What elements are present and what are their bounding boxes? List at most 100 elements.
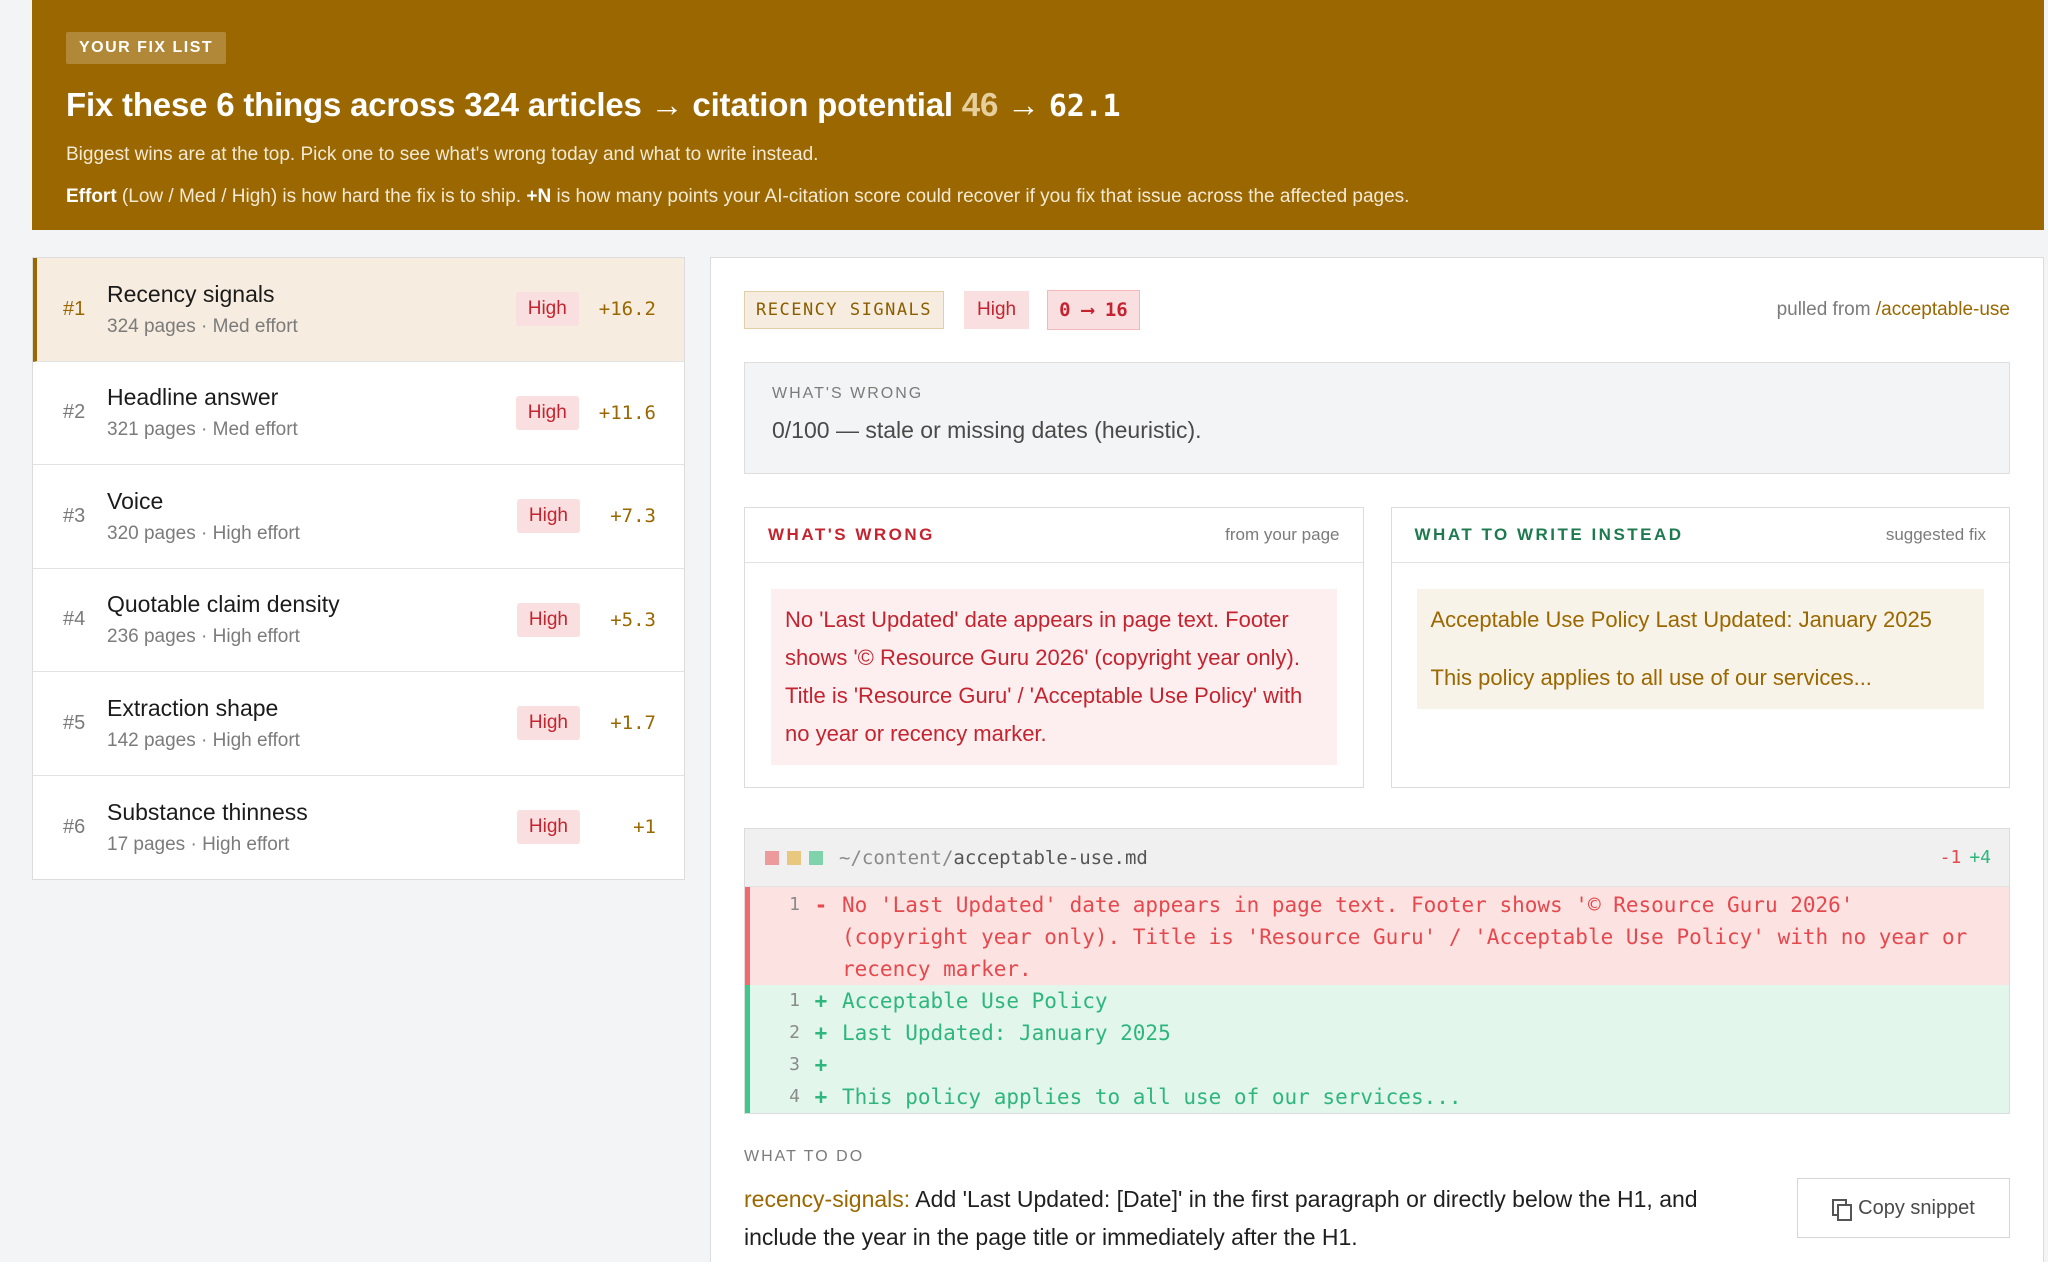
fix-meta: 142 pages · High effort: [107, 729, 300, 751]
impact-badge: High: [516, 706, 580, 741]
fix-name: Voice: [107, 487, 164, 514]
fix-text: Extraction shape 142 pages · High effort: [107, 695, 517, 752]
line-number: 3: [789, 1054, 800, 1075]
fix-name: Substance thinness: [107, 798, 308, 825]
diff-line-removed: 1 - No 'Last Updated' date appears in pa…: [745, 887, 2009, 985]
fix-item-extraction-shape[interactable]: #5 Extraction shape 142 pages · High eff…: [33, 672, 684, 776]
score-to: 62.1: [1048, 89, 1121, 124]
whats-wrong-card: WHAT'S WRONG from your page No 'Last Upd…: [744, 507, 1364, 788]
card-title: WHAT'S WRONG: [768, 525, 935, 544]
fix-list-banner: YOUR FIX LIST Fix these 6 things across …: [32, 0, 2044, 230]
card-title: WHAT TO WRITE INSTEAD: [1414, 525, 1684, 544]
current-text: No 'Last Updated' date appears in page t…: [771, 589, 1337, 765]
copy-icon: [1832, 1199, 1853, 1221]
diff-sign: -: [814, 893, 828, 917]
fix-list: #1 Recency signals 324 pages · Med effor…: [32, 257, 685, 880]
copy-snippet-button[interactable]: Copy snippet: [1797, 1178, 2010, 1238]
impact-badge: High: [516, 499, 580, 534]
banner-title: Fix these 6 things across 324 articles →…: [66, 86, 2010, 124]
fix-rank: #1: [63, 297, 86, 320]
todo-key: recency-signals:: [744, 1186, 911, 1212]
fix-rank: #3: [63, 504, 86, 527]
diff-code: [842, 1049, 2009, 1081]
fix-meta: 236 pages · High effort: [107, 626, 300, 648]
diff-file-path: ~/content/acceptable-use.md: [839, 847, 1148, 869]
fix-text: Headline answer 321 pages · Med effort: [107, 384, 516, 441]
banner-title-prefix: Fix these 6 things across 324 articles →…: [66, 86, 962, 123]
diff-added-count: +4: [1969, 847, 1991, 868]
diff-sign: +: [814, 989, 828, 1013]
impact-badge: High: [515, 292, 579, 327]
diff-file-name: acceptable-use.md: [953, 846, 1148, 869]
fix-text: Voice 320 pages · High effort: [107, 488, 517, 545]
fix-meta: 321 pages · Med effort: [107, 419, 298, 441]
score-arrow: →: [998, 86, 1049, 123]
diff-line-added: 4 + This policy applies to all use of ou…: [745, 1081, 2009, 1113]
card-note: from your page: [1225, 525, 1340, 544]
source-page: pulled from /acceptable-use: [1777, 299, 2010, 321]
card-header: WHAT'S WRONG from your page: [745, 508, 1363, 563]
fix-meta: 324 pages · Med effort: [107, 315, 298, 337]
what-to-write-card: WHAT TO WRITE INSTEAD suggested fix Acce…: [1390, 507, 2010, 788]
fix-text: Substance thinness 17 pages · High effor…: [107, 799, 517, 856]
impact-badge: High: [964, 291, 1030, 329]
diff-sign: +: [814, 1085, 828, 1109]
fix-points: +5.3: [610, 608, 656, 631]
fix-name: Recency signals: [107, 280, 275, 307]
fix-name: Extraction shape: [107, 694, 279, 721]
fix-item-recency-signals[interactable]: #1 Recency signals 324 pages · Med effor…: [33, 258, 684, 362]
banner-tag: YOUR FIX LIST: [66, 32, 227, 64]
suggested-text: Acceptable Use Policy Last Updated: Janu…: [1416, 589, 1984, 709]
legend-points-text: is how many points your AI-citation scor…: [551, 186, 1410, 207]
fix-points: +16.2: [598, 298, 656, 321]
fix-item-voice[interactable]: #3 Voice 320 pages · High effort High +7…: [33, 465, 684, 569]
banner-subtitle: Biggest wins are at the top. Pick one to…: [66, 144, 819, 165]
fix-points: +7.3: [610, 505, 656, 528]
line-number: 4: [789, 1086, 800, 1107]
fix-detail-panel: RECENCY SIGNALS High 0 ⟶ 16 pulled from …: [710, 257, 2044, 1262]
banner-legend: Effort (Low / Med / High) is how hard th…: [66, 186, 2010, 208]
fix-rank: #2: [63, 401, 86, 424]
fix-points: +1: [633, 816, 656, 839]
fix-rank: #4: [63, 608, 86, 631]
diff-line-added: 2 + Last Updated: January 2025: [745, 1017, 2009, 1049]
window-dot-yellow-icon: [787, 850, 801, 865]
pulled-label: pulled from: [1776, 299, 1876, 320]
diff-sign: +: [814, 1021, 828, 1045]
suggested-text-line: This policy applies to all use of our se…: [1430, 665, 1872, 690]
fix-text: Recency signals 324 pages · Med effort: [107, 281, 516, 338]
diff-removed-count: -1: [1939, 847, 1962, 868]
line-number: 1: [789, 990, 800, 1011]
diff-header: ~/content/acceptable-use.md -1 +4: [745, 829, 2009, 887]
diff-code: This policy applies to all use of our se…: [842, 1085, 1462, 1109]
diff-path-prefix: ~/content/: [839, 846, 954, 869]
legend-effort-text: (Low / Med / High) is how hard the fix i…: [116, 186, 527, 207]
impact-badge: High: [516, 810, 580, 845]
score-from: 46: [961, 86, 999, 123]
fix-rank: #6: [63, 815, 86, 838]
diff-code: No 'Last Updated' date appears in page t…: [842, 893, 1980, 981]
comparison-cards: WHAT'S WRONG from your page No 'Last Upd…: [744, 507, 2010, 788]
card-header: WHAT TO WRITE INSTEAD suggested fix: [1391, 508, 2009, 563]
fix-text: Quotable claim density 236 pages · High …: [107, 591, 517, 648]
what-to-do-label: WHAT TO DO: [744, 1148, 865, 1165]
fix-item-headline-answer[interactable]: #2 Headline answer 321 pages · Med effor…: [33, 362, 684, 465]
fix-item-substance-thinness[interactable]: #6 Substance thinness 17 pages · High ef…: [33, 776, 684, 880]
copy-snippet-label: Copy snippet: [1858, 1196, 1975, 1219]
fix-points: +11.6: [598, 401, 656, 424]
window-dot-green-icon: [809, 850, 823, 865]
legend-points-label: +N: [526, 186, 552, 207]
diff-stats: -1 +4: [1940, 847, 1991, 868]
legend-effort-label: Effort: [66, 186, 117, 207]
line-number: 2: [789, 1022, 800, 1043]
fix-name: Quotable claim density: [107, 591, 340, 618]
fix-item-quotable-claim-density[interactable]: #4 Quotable claim density 236 pages · Hi…: [33, 569, 684, 672]
whats-wrong-summary: WHAT'S WRONG 0/100 — stale or missing da…: [744, 362, 2010, 474]
source-path-link[interactable]: /acceptable-use: [1876, 299, 2010, 320]
impact-badge: High: [515, 395, 579, 430]
fix-meta: 17 pages · High effort: [107, 833, 290, 855]
diff-sign: +: [814, 1053, 828, 1077]
diff-line-added: 1 + Acceptable Use Policy: [745, 985, 2009, 1017]
fix-rank: #5: [63, 711, 86, 734]
card-note: suggested fix: [1885, 525, 1986, 544]
